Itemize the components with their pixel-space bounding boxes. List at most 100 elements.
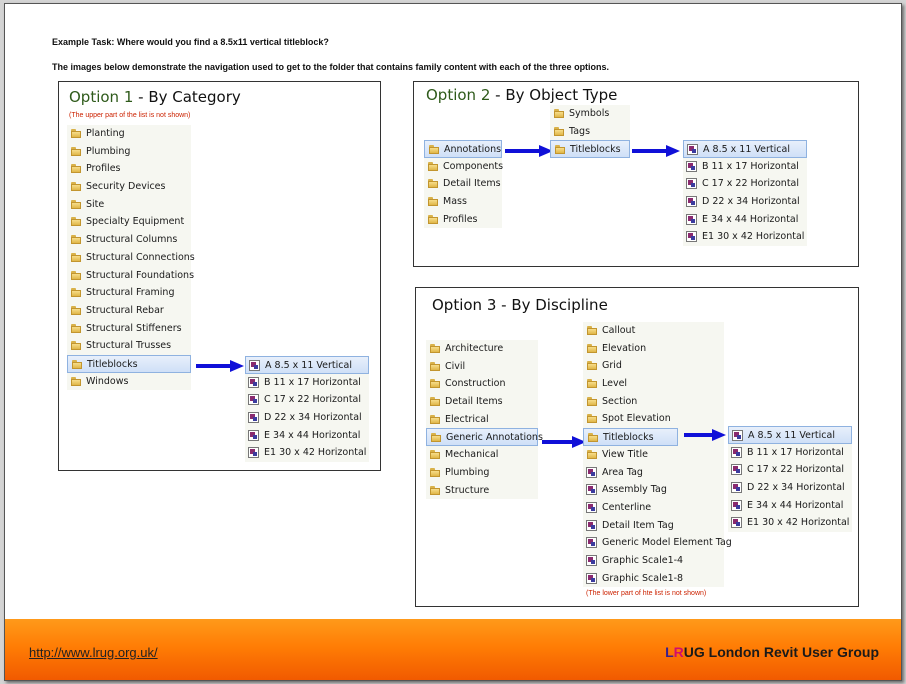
annotation-item-level[interactable]: Level <box>583 375 724 393</box>
category-item-structural-columns[interactable]: Structural Columns <box>67 231 191 249</box>
family-file-icon <box>249 360 260 371</box>
titleblock-item-e[interactable]: E 34 x 44 Horizontal <box>245 427 369 445</box>
family-file-icon <box>731 482 742 494</box>
category-item-structural-stiffeners[interactable]: Structural Stiffeners <box>67 320 191 338</box>
family-file-icon <box>586 537 597 549</box>
folder-icon <box>71 376 81 386</box>
titleblock-label: E1 30 x 42 Horizontal <box>702 231 805 243</box>
folder-icon <box>71 182 81 192</box>
titleblock-item-a[interactable]: A 8.5 x 11 Vertical <box>245 356 369 374</box>
discipline-item-electrical[interactable]: Electrical <box>426 411 538 429</box>
family-file-icon <box>731 446 742 458</box>
subtype-item-titleblocks[interactable]: Titleblocks <box>550 140 630 159</box>
annotation-item-spot-elevation[interactable]: Spot Elevation <box>583 410 724 428</box>
annotation-item-titleblocks[interactable]: Titleblocks <box>583 428 678 446</box>
titleblock-item-d[interactable]: D 22 x 34 Horizontal <box>728 479 852 497</box>
titleblock-item-b[interactable]: B 11 x 17 Horizontal <box>245 374 369 392</box>
family-file-icon <box>248 394 259 406</box>
annotation-family-graphic-scale-1-4[interactable]: Graphic Scale1-4 <box>583 552 724 570</box>
option1-title-num: Option 1 <box>69 88 134 106</box>
category-item-plumbing[interactable]: Plumbing <box>67 143 191 161</box>
annotation-item-section[interactable]: Section <box>583 393 724 411</box>
titleblock-item-b[interactable]: B 11 x 17 Horizontal <box>683 158 807 176</box>
titleblock-item-c[interactable]: C 17 x 22 Horizontal <box>728 461 852 479</box>
subtype-label: Titleblocks <box>570 144 621 156</box>
type-item-annotations[interactable]: Annotations <box>424 140 502 158</box>
category-item-planting[interactable]: Planting <box>67 125 191 143</box>
titleblock-item-d[interactable]: D 22 x 34 Horizontal <box>245 409 369 427</box>
folder-icon <box>428 197 438 207</box>
annotation-family-graphic-scale-1-8[interactable]: Graphic Scale1-8 <box>583 570 724 588</box>
family-file-icon <box>586 519 597 531</box>
annotation-family-label: Area Tag <box>602 466 643 478</box>
titleblock-label: D 22 x 34 Horizontal <box>702 196 800 208</box>
annotation-family-area-tag[interactable]: Area Tag <box>583 464 724 482</box>
type-item-profiles[interactable]: Profiles <box>424 211 502 229</box>
brand-letter-l: L <box>665 644 674 660</box>
titleblock-item-e1[interactable]: E1 30 x 42 Horizontal <box>683 228 807 246</box>
type-item-components[interactable]: Components <box>424 158 503 176</box>
category-label: Structural Stiffeners <box>86 322 182 334</box>
folder-icon <box>430 467 440 477</box>
family-file-icon <box>248 447 259 459</box>
annotation-family-centerline[interactable]: Centerline <box>583 499 724 517</box>
type-item-mass[interactable]: Mass <box>424 193 502 211</box>
titleblock-item-b[interactable]: B 11 x 17 Horizontal <box>728 444 852 462</box>
titleblock-label: D 22 x 34 Horizontal <box>264 412 362 424</box>
category-label: Planting <box>86 128 125 139</box>
discipline-item-mechanical[interactable]: Mechanical <box>426 446 538 464</box>
category-label: Structural Framing <box>86 287 175 299</box>
titleblock-item-c[interactable]: C 17 x 22 Horizontal <box>245 391 369 409</box>
arrow-icon <box>505 145 553 157</box>
category-item-structural-framing[interactable]: Structural Framing <box>67 284 191 302</box>
titleblock-label: C 17 x 22 Horizontal <box>747 464 845 476</box>
titleblock-item-e[interactable]: E 34 x 44 Horizontal <box>683 211 807 229</box>
category-item-titleblocks[interactable]: Titleblocks <box>67 354 191 373</box>
category-item-site[interactable]: Site <box>67 196 191 214</box>
annotation-item-elevation[interactable]: Elevation <box>583 340 724 358</box>
category-item-structural-connections[interactable]: Structural Connections <box>67 249 195 267</box>
arrow-icon <box>684 429 726 441</box>
category-item-profiles[interactable]: Profiles <box>67 160 191 178</box>
annotation-item-view-title[interactable]: View Title <box>583 446 724 464</box>
folder-icon <box>554 109 564 118</box>
category-item-structural-trusses[interactable]: Structural Trusses <box>67 337 191 355</box>
titleblock-item-e1[interactable]: E1 30 x 42 Horizontal <box>728 514 852 532</box>
titleblock-item-e[interactable]: E 34 x 44 Horizontal <box>728 497 852 515</box>
subtype-item-symbols[interactable]: Symbols <box>550 105 630 123</box>
folder-icon <box>71 217 81 227</box>
annotation-item-grid[interactable]: Grid <box>583 357 724 375</box>
titleblock-item-c[interactable]: C 17 x 22 Horizontal <box>683 175 807 193</box>
category-label: Windows <box>86 375 129 387</box>
titleblock-item-a[interactable]: A 8.5 x 11 Vertical <box>728 426 852 444</box>
discipline-item-structure[interactable]: Structure <box>426 482 538 500</box>
annotation-family-assembly-tag[interactable]: Assembly Tag <box>583 481 724 499</box>
footer-link[interactable]: http://www.lrug.org.uk/ <box>29 645 158 660</box>
category-item-windows[interactable]: Windows <box>67 373 191 391</box>
discipline-item-construction[interactable]: Construction <box>426 375 538 393</box>
family-file-icon <box>586 501 597 513</box>
annotation-label: Grid <box>602 360 622 372</box>
discipline-item-detail-items[interactable]: Detail Items <box>426 393 538 411</box>
annotation-family-detail-item-tag[interactable]: Detail Item Tag <box>583 517 724 535</box>
category-label: Security Devices <box>86 181 166 193</box>
category-item-security-devices[interactable]: Security Devices <box>67 178 191 196</box>
discipline-item-architecture[interactable]: Architecture <box>426 340 538 358</box>
category-label: Site <box>86 198 105 210</box>
discipline-item-generic-annotations[interactable]: Generic Annotations <box>426 428 543 447</box>
type-item-detail-items[interactable]: Detail Items <box>424 175 502 193</box>
discipline-item-plumbing[interactable]: Plumbing <box>426 464 538 482</box>
category-item-specialty-equipment[interactable]: Specialty Equipment <box>67 213 191 231</box>
category-item-structural-foundations[interactable]: Structural Foundations <box>67 267 194 285</box>
titleblock-item-d[interactable]: D 22 x 34 Horizontal <box>683 193 807 211</box>
folder-icon <box>587 379 597 389</box>
folder-icon <box>430 361 440 371</box>
subtype-item-tags[interactable]: Tags <box>550 123 630 141</box>
category-item-structural-rebar[interactable]: Structural Rebar <box>67 302 191 320</box>
titleblock-item-e1[interactable]: E1 30 x 42 Horizontal <box>245 444 369 462</box>
folder-icon <box>71 252 81 262</box>
annotation-item-callout[interactable]: Callout <box>583 322 724 340</box>
titleblock-item-a[interactable]: A 8.5 x 11 Vertical <box>683 140 807 158</box>
annotation-family-generic-model-element-tag[interactable]: Generic Model Element Tag <box>583 534 732 552</box>
discipline-item-civil[interactable]: Civil <box>426 358 538 376</box>
